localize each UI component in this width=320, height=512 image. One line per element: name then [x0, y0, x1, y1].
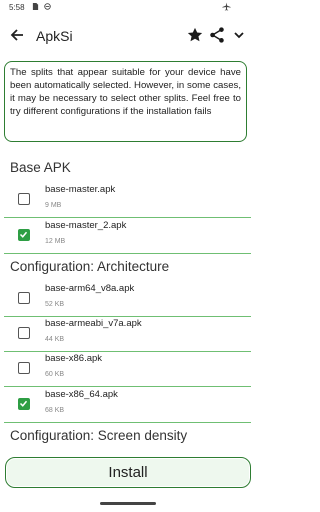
apk-name: base-master_2.apk — [45, 220, 127, 231]
checkbox[interactable] — [18, 327, 30, 339]
section-title-screen-density: Configuration: Screen density — [10, 428, 188, 443]
install-button[interactable]: Install — [5, 457, 251, 488]
apk-size: 9 MB — [45, 202, 62, 209]
list-item[interactable]: base-master.apk 9 MB — [4, 178, 251, 218]
checkbox[interactable] — [18, 193, 30, 205]
checkbox-checked[interactable] — [18, 398, 30, 410]
checkbox[interactable] — [18, 292, 30, 304]
apk-size: 68 KB — [45, 407, 65, 414]
list-item[interactable]: base-x86_64.apk 68 KB — [4, 383, 251, 423]
checkbox-checked[interactable] — [18, 229, 30, 241]
list-item[interactable]: base-armeabi_v7a.apk 44 KB — [4, 312, 251, 352]
airplane-mode-icon — [222, 2, 231, 11]
gesture-nav-handle — [100, 502, 156, 505]
apk-name: base-armeabi_v7a.apk — [45, 318, 142, 329]
list-item[interactable]: base-x86.apk 60 KB — [4, 347, 251, 387]
checkbox[interactable] — [18, 362, 30, 374]
apk-name: base-x86.apk — [45, 353, 103, 364]
data-saver-icon — [44, 3, 51, 10]
apk-size: 60 KB — [45, 371, 65, 378]
check-icon — [19, 231, 28, 238]
apk-name: base-arm64_v8a.apk — [45, 283, 135, 294]
apk-name: base-x86_64.apk — [45, 389, 118, 400]
status-bar: 5:58 — [0, 0, 256, 16]
check-icon — [19, 400, 28, 407]
back-arrow-icon[interactable] — [9, 27, 25, 43]
app-bar: ApkSi — [0, 18, 256, 54]
star-icon[interactable] — [186, 26, 204, 44]
apk-size: 12 MB — [45, 238, 66, 245]
section-title-base-apk: Base APK — [10, 160, 71, 175]
info-notice: The splits that appear suitable for your… — [4, 61, 247, 142]
share-icon[interactable] — [209, 26, 225, 44]
status-time: 5:58 — [9, 3, 25, 12]
apk-name: base-master.apk — [45, 184, 116, 195]
apk-size: 52 KB — [45, 301, 65, 308]
list-item[interactable]: base-master_2.apk 12 MB — [4, 214, 251, 254]
apk-size: 44 KB — [45, 336, 65, 343]
sim-card-icon — [32, 3, 39, 10]
chevron-down-icon[interactable] — [232, 28, 246, 42]
list-item[interactable]: base-arm64_v8a.apk 52 KB — [4, 277, 251, 317]
section-title-architecture: Configuration: Architecture — [10, 259, 170, 274]
app-title: ApkSi — [36, 28, 73, 44]
